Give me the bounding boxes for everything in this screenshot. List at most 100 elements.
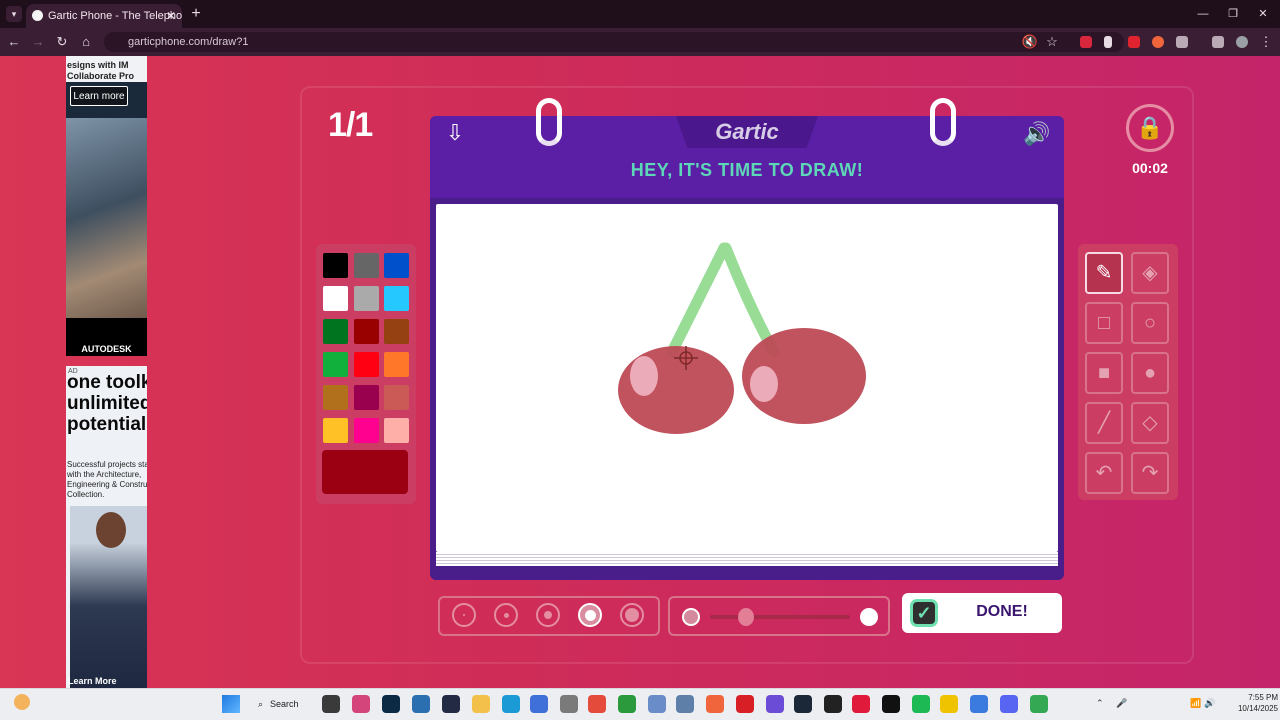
advertisement-bottom[interactable]: AD one toolkit, unlimited potential Succ… <box>66 366 147 688</box>
weather-icon[interactable] <box>14 694 30 710</box>
browser-menu-icon[interactable]: ⋮ <box>1256 32 1276 52</box>
start-icon[interactable] <box>222 695 240 713</box>
brush-size-option[interactable] <box>452 603 476 627</box>
color-swatch[interactable] <box>353 352 379 377</box>
close-window-icon[interactable]: ✕ <box>1248 4 1278 24</box>
tray-chevron-icon[interactable]: ⌃ <box>1096 698 1104 709</box>
flame-extension-icon[interactable] <box>1152 36 1164 48</box>
photoshop-icon[interactable] <box>382 695 400 713</box>
sound-icon[interactable]: 🔊 <box>1020 120 1054 148</box>
color-swatch[interactable] <box>384 385 409 410</box>
volume-icon[interactable]: 🔊 <box>1204 698 1215 709</box>
steam-icon[interactable] <box>794 695 812 713</box>
back-icon[interactable]: ← <box>4 32 24 52</box>
taskbar-search[interactable]: ⌕ Search <box>254 694 314 714</box>
xbox-icon[interactable] <box>618 695 636 713</box>
reload-icon[interactable]: ↻ <box>52 32 72 52</box>
color-swatch[interactable] <box>323 385 348 410</box>
brush-size-option[interactable] <box>494 603 518 627</box>
close-tab-icon[interactable]: ✕ <box>166 4 176 28</box>
redo-icon[interactable]: ↷ <box>1131 452 1169 494</box>
app2-icon[interactable] <box>940 695 958 713</box>
vpn-icon[interactable] <box>648 695 666 713</box>
forward-icon[interactable]: → <box>28 32 48 52</box>
pencil-icon[interactable]: ✎ <box>1085 252 1123 294</box>
mute-site-icon[interactable]: 🔇 <box>1020 32 1040 52</box>
netflix-icon[interactable] <box>736 695 754 713</box>
copilot-icon[interactable] <box>352 695 370 713</box>
app-icon[interactable] <box>766 695 784 713</box>
circle-filled-icon[interactable]: ● <box>1131 352 1169 394</box>
brush-size-option[interactable] <box>620 603 644 627</box>
github-icon[interactable] <box>824 695 842 713</box>
tab-search-button[interactable]: ▾ <box>6 6 22 22</box>
edge-icon[interactable] <box>502 695 520 713</box>
mic-icon[interactable]: 🎤 <box>1116 698 1127 709</box>
epic-icon[interactable] <box>882 695 900 713</box>
adblock-extension-icon[interactable] <box>1080 36 1092 48</box>
app3-icon[interactable] <box>970 695 988 713</box>
network-icon[interactable] <box>676 695 694 713</box>
color-swatch[interactable] <box>353 286 379 311</box>
maximize-icon[interactable]: ❐ <box>1218 4 1248 24</box>
home-icon[interactable]: ⌂ <box>76 32 96 52</box>
eraser-icon[interactable]: ◈ <box>1131 252 1169 294</box>
color-swatch[interactable] <box>384 352 409 377</box>
brush-size-option[interactable] <box>578 603 602 627</box>
folder-icon[interactable] <box>472 695 490 713</box>
notepad-icon[interactable] <box>560 695 578 713</box>
color-swatch[interactable] <box>323 352 348 377</box>
square-filled-icon[interactable]: ■ <box>1085 352 1123 394</box>
circle-outline-icon[interactable]: ○ <box>1131 302 1169 344</box>
right-highlight <box>750 366 778 402</box>
ad-learn-more-button[interactable]: Learn more <box>70 86 128 106</box>
url-field[interactable]: garticphone.com/draw?1 <box>104 32 1124 52</box>
file-explorer-icon[interactable] <box>322 695 340 713</box>
taskbar <box>0 688 1280 720</box>
color-swatch[interactable] <box>384 418 409 443</box>
ad-cta[interactable]: Learn More <box>68 676 117 686</box>
taskbar-clock[interactable]: 7:55 PM 10/14/2025 <box>1224 692 1278 714</box>
spotify-icon[interactable] <box>912 695 930 713</box>
bookmark-star-icon[interactable]: ☆ <box>1042 32 1062 52</box>
color-swatch[interactable] <box>353 253 379 278</box>
discord-icon[interactable] <box>1000 695 1018 713</box>
color-swatch[interactable] <box>384 253 409 278</box>
wifi-icon[interactable]: 📶 <box>1190 698 1201 709</box>
profile-avatar[interactable] <box>1236 36 1248 48</box>
undo-icon[interactable]: ↶ <box>1085 452 1123 494</box>
opacity-slider[interactable] <box>668 596 890 636</box>
color-swatch[interactable] <box>323 253 348 278</box>
color-swatch[interactable] <box>384 319 409 344</box>
photos-icon[interactable] <box>412 695 430 713</box>
brave-icon[interactable] <box>706 695 724 713</box>
color-swatch[interactable] <box>384 286 409 311</box>
color-swatch[interactable] <box>323 418 348 443</box>
downloads-icon[interactable] <box>1212 36 1224 48</box>
color-swatch[interactable] <box>353 385 379 410</box>
browser-tab[interactable]: Gartic Phone - The Telephone G ✕ <box>26 4 182 28</box>
chrome2-icon[interactable] <box>1030 695 1048 713</box>
extensions-puzzle-icon[interactable] <box>1176 36 1188 48</box>
download-icon[interactable]: ⇩ <box>442 120 468 146</box>
opacity-thumb[interactable] <box>738 608 754 626</box>
done-button[interactable]: ✓ DONE! <box>902 593 1062 633</box>
square-outline-icon[interactable]: □ <box>1085 302 1123 344</box>
shield-extension-icon[interactable] <box>1128 36 1140 48</box>
store-icon[interactable] <box>530 695 548 713</box>
color-swatch[interactable] <box>323 286 348 311</box>
fill-bucket-icon[interactable]: ◇ <box>1131 402 1169 444</box>
advertisement-top[interactable]: esigns with IM Collaborate Pro Learn mor… <box>66 56 147 356</box>
color-swatch[interactable] <box>353 418 379 443</box>
chrome-icon[interactable] <box>588 695 606 713</box>
play-extension-icon[interactable] <box>1104 36 1112 48</box>
new-tab-button[interactable]: + <box>188 4 204 24</box>
brush-size-option[interactable] <box>536 603 560 627</box>
calculator-icon[interactable] <box>442 695 460 713</box>
minimize-icon[interactable]: — <box>1188 4 1218 24</box>
color-swatch[interactable] <box>323 319 348 344</box>
opera-icon[interactable] <box>852 695 870 713</box>
color-swatch[interactable] <box>353 319 379 344</box>
line-icon[interactable]: ╱ <box>1085 402 1123 444</box>
lock-icon: 🔒 <box>1126 104 1174 152</box>
